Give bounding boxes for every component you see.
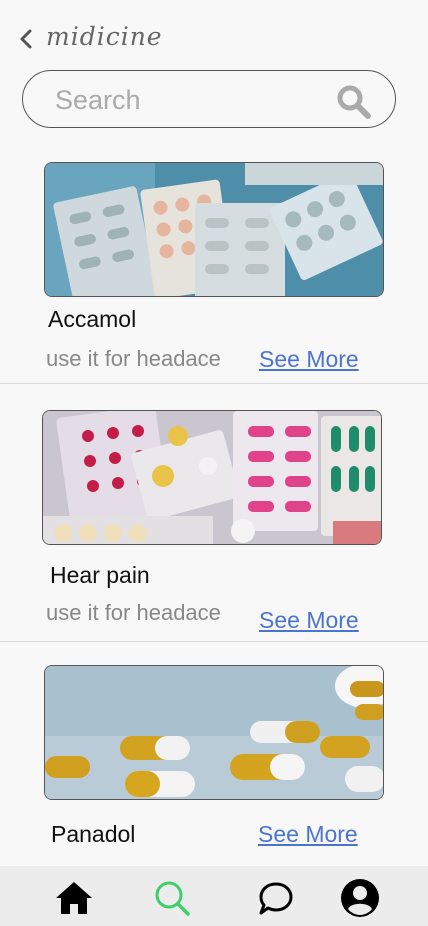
medicine-image: [44, 162, 384, 297]
divider: [0, 383, 428, 384]
search-bar[interactable]: [22, 70, 396, 128]
medicine-name: Panadol: [51, 821, 136, 847]
chevron-left-icon[interactable]: [16, 28, 38, 50]
see-more-link[interactable]: See More: [259, 346, 359, 373]
divider: [0, 641, 428, 642]
medicine-name: Accamol: [48, 306, 137, 332]
header: midicine: [0, 0, 428, 70]
medicine-image: [42, 410, 382, 545]
search-input[interactable]: [53, 84, 327, 116]
search-icon[interactable]: [335, 83, 371, 119]
see-more-link[interactable]: See More: [258, 821, 358, 848]
medicine-description: use it for headace: [46, 346, 221, 371]
search-icon[interactable]: [152, 878, 192, 918]
profile-icon[interactable]: [340, 878, 380, 918]
chat-icon[interactable]: [256, 878, 296, 918]
bottom-nav: [0, 866, 428, 926]
medicine-description: use it for headace: [46, 600, 221, 625]
medicine-image: [44, 665, 384, 800]
page-title: midicine: [46, 22, 163, 51]
medicine-name: Hear pain: [50, 562, 150, 588]
home-icon[interactable]: [54, 878, 94, 918]
see-more-link[interactable]: See More: [259, 607, 359, 634]
